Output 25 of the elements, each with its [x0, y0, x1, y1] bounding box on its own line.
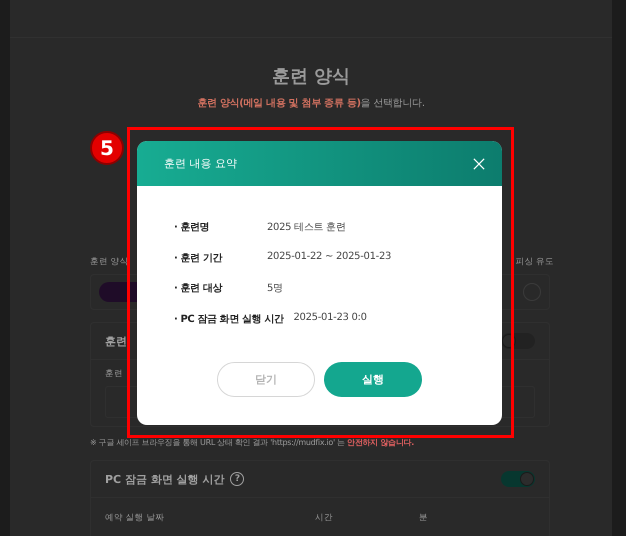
column-label: 예약 실행 날짜	[105, 512, 166, 524]
section-title: 훈련 양식	[270, 65, 352, 88]
close-icon[interactable]	[473, 158, 485, 170]
close-button[interactable]: 닫기	[217, 362, 315, 397]
run-button[interactable]: 실행	[324, 362, 422, 397]
form-label: 훈련 양식	[90, 256, 129, 268]
summary-value: 2025-01-23 0:0	[293, 312, 367, 324]
lock-time-title: PC 잠금 화면 실행 시간	[105, 472, 224, 486]
lock-time-toggle[interactable]	[501, 471, 535, 487]
summary-label: · PC 잠금 화면 실행 시간	[174, 312, 284, 326]
summary-label: · 훈련 기간	[174, 252, 224, 266]
summary-label: · 훈련 대상	[174, 282, 224, 296]
column-label: 시간	[315, 512, 334, 524]
column-label: 분	[419, 512, 428, 524]
safe-browsing-note: ※ 구글 세이프 브라우징을 통해 URL 상태 확인 결과 'https://mudfix.io' 는 안전하지 않습니다.	[90, 437, 415, 448]
summary-label: · 훈련명	[174, 221, 210, 235]
phishing-label: 피싱 유도	[515, 256, 554, 268]
summary-value: 2025-01-22 ~ 2025-01-23	[267, 250, 392, 264]
url-field-label: 훈련	[105, 368, 123, 380]
summary-value: 5명	[267, 282, 283, 296]
url-section-title: 훈련	[105, 334, 127, 348]
section-subtitle: 훈련 양식(메일 내용 및 첨부 종류 등)을 선택합니다.	[196, 97, 426, 110]
help-icon[interactable]: ?	[230, 472, 244, 486]
dialog-title: 훈련 내용 요약	[164, 156, 237, 171]
summary-value: 2025 테스트 훈련	[267, 221, 346, 235]
